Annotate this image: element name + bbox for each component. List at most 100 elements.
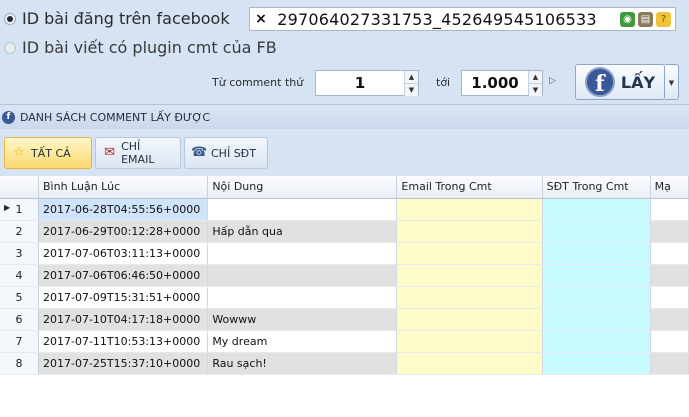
row-index[interactable]: 5 xyxy=(0,286,39,309)
cell-more[interactable] xyxy=(650,286,689,309)
radio-plugin-post[interactable]: ID bài viết có plugin cmt của FB xyxy=(4,38,277,57)
get-comments-button[interactable]: f LẤY xyxy=(575,64,665,100)
table-row[interactable]: 5 2017-07-09T15:31:51+0000 xyxy=(0,286,689,309)
comment-table: Bình Luận Lúc Nội Dung Email Trong Cmt S… xyxy=(0,176,689,375)
star-icon: ☆ xyxy=(13,145,25,160)
clear-icon[interactable]: × xyxy=(250,11,272,27)
cell-more[interactable] xyxy=(650,308,689,331)
cell-time[interactable]: 2017-07-09T15:31:51+0000 xyxy=(38,286,209,309)
radio-plugin-post-label: ID bài viết có plugin cmt của FB xyxy=(22,38,277,57)
cell-email[interactable] xyxy=(396,242,543,265)
to-stepper-buttons: ▲ ▼ xyxy=(528,71,542,96)
row-index[interactable]: 4 xyxy=(0,264,39,287)
from-comment-stepper[interactable]: 1 ▲ ▼ xyxy=(315,70,419,96)
cell-more[interactable] xyxy=(650,242,689,265)
row-index[interactable]: 7 xyxy=(0,330,39,353)
radio-dot-selected[interactable] xyxy=(4,12,16,25)
cell-time[interactable]: 2017-06-28T04:55:56+0000 xyxy=(38,198,209,221)
facebook-logo-icon: f xyxy=(584,67,615,97)
cell-content[interactable] xyxy=(207,286,398,309)
cell-phone[interactable] xyxy=(542,242,651,265)
play-icon[interactable]: ▷ xyxy=(549,76,556,86)
phone-icon: ☎ xyxy=(191,145,208,160)
table-row[interactable]: ▶ 1 2017-06-28T04:55:56+0000 xyxy=(0,198,689,221)
filter-phone-button[interactable]: ☎ CHỈ SĐT xyxy=(184,137,268,169)
row-index[interactable]: ▶ 1 xyxy=(0,198,39,221)
from-comment-value[interactable]: 1 xyxy=(316,71,404,95)
cell-email[interactable] xyxy=(396,286,543,309)
column-header-more[interactable]: Mạ xyxy=(650,176,689,199)
table-row[interactable]: 8 2017-07-25T15:37:10+0000 Rau sạch! xyxy=(0,352,689,375)
cell-email[interactable] xyxy=(396,330,543,353)
cell-content[interactable]: Wowww xyxy=(207,308,398,331)
get-button-dropdown-icon[interactable]: ▼ xyxy=(665,64,679,100)
comment-grid[interactable]: Bình Luận Lúc Nội Dung Email Trong Cmt S… xyxy=(0,176,689,417)
current-row-icon: ▶ xyxy=(4,202,11,212)
clipboard-icon[interactable]: ▤ xyxy=(638,11,653,27)
cell-time[interactable]: 2017-07-06T03:11:13+0000 xyxy=(38,242,209,265)
cell-phone[interactable] xyxy=(542,198,651,221)
id-field-icons: ◉ ▤ ? xyxy=(620,11,675,27)
cell-phone[interactable] xyxy=(542,352,651,375)
cell-time[interactable]: 2017-06-29T00:12:28+0000 xyxy=(38,220,209,243)
cell-content[interactable]: My dream xyxy=(207,330,398,353)
cell-time[interactable]: 2017-07-10T04:17:18+0000 xyxy=(38,308,209,331)
cell-more[interactable] xyxy=(650,198,689,221)
cell-content[interactable] xyxy=(207,242,398,265)
cell-phone[interactable] xyxy=(542,308,651,331)
row-index[interactable]: 3 xyxy=(0,242,39,265)
cell-content[interactable]: Hấp dẫn qua xyxy=(207,220,398,243)
cell-time[interactable]: 2017-07-11T10:53:13+0000 xyxy=(38,330,209,353)
cell-email[interactable] xyxy=(396,220,543,243)
table-row[interactable]: 3 2017-07-06T03:11:13+0000 xyxy=(0,242,689,265)
cell-phone[interactable] xyxy=(542,220,651,243)
radio-dot-unselected[interactable] xyxy=(4,41,16,54)
column-header-phone[interactable]: SĐT Trong Cmt xyxy=(542,176,651,199)
cell-phone[interactable] xyxy=(542,264,651,287)
stepper-up-icon[interactable]: ▲ xyxy=(529,71,542,84)
filter-toolbar: ☆ TẤT CẢ ✉ CHỈ EMAIL ☎ CHỈ SĐT xyxy=(0,129,689,176)
cell-more[interactable] xyxy=(650,352,689,375)
grid-header-row: Bình Luận Lúc Nội Dung Email Trong Cmt S… xyxy=(0,176,689,199)
table-row[interactable]: 2 2017-06-29T00:12:28+0000 Hấp dẫn qua xyxy=(0,220,689,243)
stepper-down-icon[interactable]: ▼ xyxy=(529,84,542,96)
cell-more[interactable] xyxy=(650,220,689,243)
cell-content[interactable] xyxy=(207,264,398,287)
cell-time[interactable]: 2017-07-25T15:37:10+0000 xyxy=(38,352,209,375)
to-comment-value[interactable]: 1.000 xyxy=(462,71,528,95)
cell-content[interactable]: Rau sạch! xyxy=(207,352,398,375)
table-row[interactable]: 7 2017-07-11T10:53:13+0000 My dream xyxy=(0,330,689,353)
cell-email[interactable] xyxy=(396,264,543,287)
cell-phone[interactable] xyxy=(542,330,651,353)
cell-content[interactable] xyxy=(207,198,398,221)
row-index[interactable]: 2 xyxy=(0,220,39,243)
post-id-field[interactable]: × 297064027331753_452649545106533 ◉ ▤ ? xyxy=(249,7,676,31)
filter-phone-label: CHỈ SĐT xyxy=(211,146,256,160)
stepper-down-icon[interactable]: ▼ xyxy=(405,84,418,96)
row-index[interactable]: 6 xyxy=(0,308,39,331)
column-header-content[interactable]: Nội Dung xyxy=(207,176,398,199)
cell-phone[interactable] xyxy=(542,286,651,309)
column-header-time[interactable]: Bình Luận Lúc xyxy=(38,176,209,199)
table-row[interactable]: 6 2017-07-10T04:17:18+0000 Wowww xyxy=(0,308,689,331)
row-index[interactable]: 8 xyxy=(0,352,39,375)
cell-email[interactable] xyxy=(396,198,543,221)
radio-facebook-post[interactable]: ID bài đăng trên facebook xyxy=(4,9,230,28)
help-icon[interactable]: ? xyxy=(656,11,671,27)
filter-all-label: TẤT CẢ xyxy=(31,146,71,160)
cell-more[interactable] xyxy=(650,264,689,287)
filter-email-button[interactable]: ✉ CHỈ EMAIL xyxy=(95,137,181,169)
cell-email[interactable] xyxy=(396,308,543,331)
comment-list-header: f DANH SÁCH COMMENT LẤY ĐƯỢC xyxy=(0,104,689,129)
comment-list-title: DANH SÁCH COMMENT LẤY ĐƯỢC xyxy=(20,110,211,124)
table-row[interactable]: 4 2017-07-06T06:46:50+0000 xyxy=(0,264,689,287)
to-comment-stepper[interactable]: 1.000 ▲ ▼ xyxy=(461,70,543,96)
post-id-value[interactable]: 297064027331753_452649545106533 xyxy=(272,10,620,29)
filter-all-button[interactable]: ☆ TẤT CẢ xyxy=(4,137,92,169)
cell-time[interactable]: 2017-07-06T06:46:50+0000 xyxy=(38,264,209,287)
column-header-email[interactable]: Email Trong Cmt xyxy=(396,176,543,199)
cell-more[interactable] xyxy=(650,330,689,353)
globe-icon[interactable]: ◉ xyxy=(620,11,635,27)
stepper-up-icon[interactable]: ▲ xyxy=(405,71,418,84)
cell-email[interactable] xyxy=(396,352,543,375)
